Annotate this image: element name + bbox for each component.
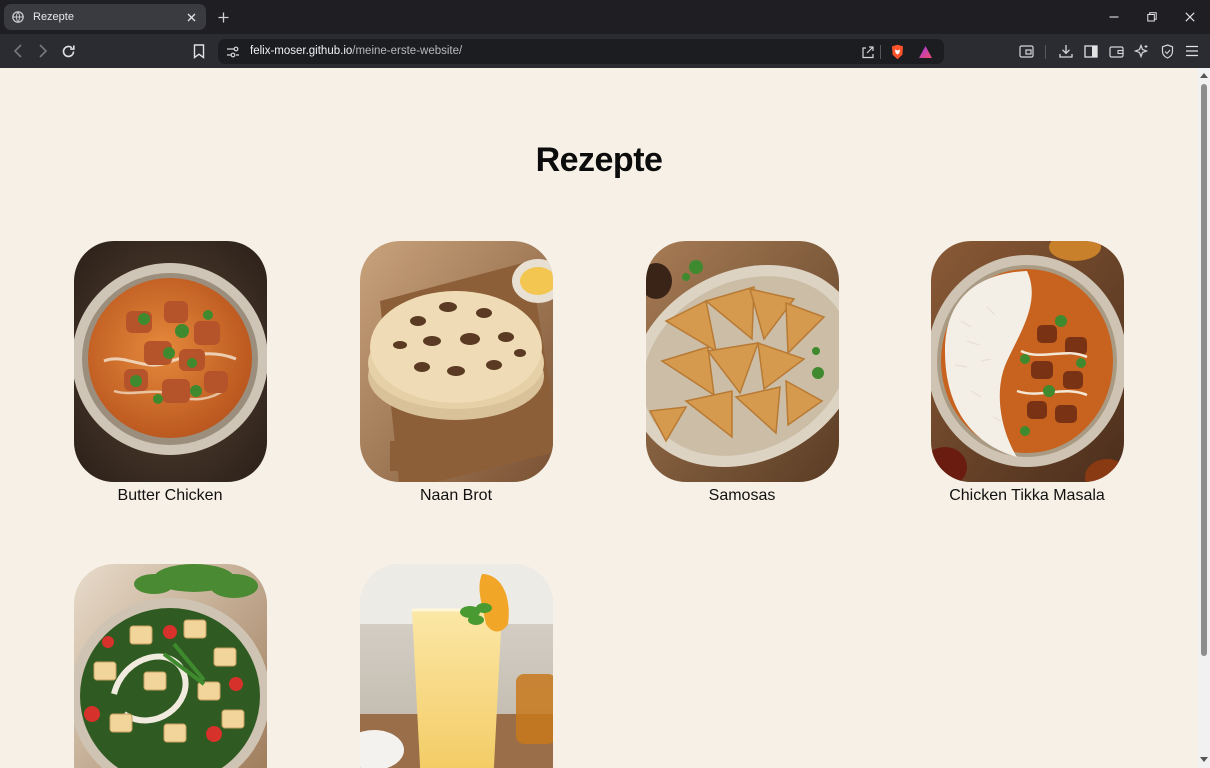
url-host: felix-moser.github.io	[250, 45, 353, 57]
recipe-name[interactable]: Chicken Tikka Masala	[907, 487, 1147, 505]
url-path: /meine-erste-website/	[352, 45, 463, 57]
recipe-name[interactable]: Butter Chicken	[50, 487, 290, 505]
forward-icon[interactable]	[33, 41, 53, 61]
address-bar[interactable]: felix-moser.github.io/meine-erste-websit…	[218, 39, 944, 64]
globe-icon	[12, 11, 24, 23]
menu-icon[interactable]	[1182, 41, 1202, 61]
naan-brot-photo[interactable]	[360, 241, 553, 482]
tab-rezepte[interactable]: Rezepte	[4, 4, 206, 30]
palak-paneer-photo[interactable]	[74, 564, 267, 768]
page-content: Rezepte Butter Chicken Naan Brot Samosas…	[0, 68, 1198, 768]
scroll-down-icon[interactable]	[1200, 756, 1208, 764]
reload-icon[interactable]	[58, 41, 78, 61]
restore-icon[interactable]	[1140, 7, 1164, 27]
wallet-icon[interactable]	[1106, 41, 1126, 61]
mango-lassi-photo[interactable]	[360, 564, 553, 768]
page-scrollbar[interactable]	[1198, 68, 1210, 768]
downloads-icon[interactable]	[1056, 41, 1076, 61]
tab-strip: Rezepte	[0, 0, 1210, 34]
sidebar-icon[interactable]	[1081, 41, 1101, 61]
url-text[interactable]: felix-moser.github.io/meine-erste-websit…	[250, 45, 462, 57]
new-tab-icon[interactable]	[214, 8, 232, 26]
tab-title: Rezepte	[33, 11, 74, 23]
brave-shields-icon[interactable]	[888, 42, 907, 61]
picture-in-picture-icon[interactable]	[1016, 41, 1036, 61]
scroll-up-icon[interactable]	[1200, 71, 1208, 79]
close-window-icon[interactable]	[1178, 7, 1202, 27]
site-settings-icon[interactable]	[224, 43, 241, 60]
recipe-name[interactable]: Naan Brot	[336, 487, 576, 505]
minimize-icon[interactable]	[1102, 7, 1126, 27]
browser-toolbar: felix-moser.github.io/meine-erste-websit…	[0, 34, 1210, 68]
divider	[880, 45, 881, 59]
samosas-photo[interactable]	[646, 241, 839, 482]
leo-ai-icon[interactable]	[1131, 41, 1151, 61]
scrollbar-thumb[interactable]	[1201, 84, 1207, 656]
vpn-shield-icon[interactable]	[1157, 41, 1177, 61]
chicken-tikka-masala-photo[interactable]	[931, 241, 1124, 482]
page-title: Rezepte	[535, 141, 663, 179]
share-icon[interactable]	[858, 42, 877, 61]
butter-chicken-photo[interactable]	[74, 241, 267, 482]
bookmark-icon[interactable]	[189, 41, 209, 61]
recipe-name[interactable]: Samosas	[622, 487, 862, 505]
brave-rewards-icon[interactable]	[916, 42, 935, 61]
close-tab-icon[interactable]	[184, 10, 198, 24]
back-icon[interactable]	[8, 41, 28, 61]
divider	[1045, 45, 1046, 59]
